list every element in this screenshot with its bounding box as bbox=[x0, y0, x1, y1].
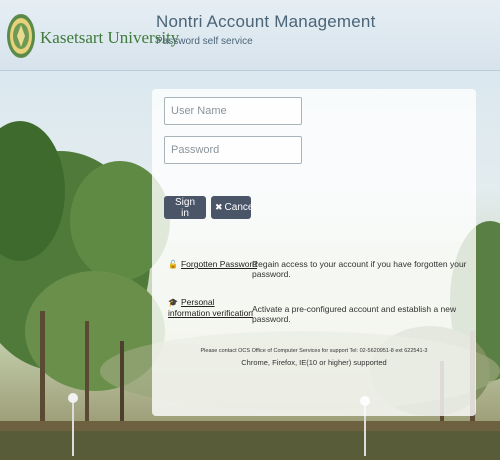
personal-verification-link[interactable]: Personal information verification bbox=[168, 297, 253, 318]
forgotten-password-description: Regain access to your account if you hav… bbox=[252, 259, 467, 279]
graduation-cap-icon: 🎓 bbox=[168, 298, 178, 307]
personal-verification-description: Activate a pre-configured account and es… bbox=[252, 304, 457, 324]
unlock-icon: 🔓 bbox=[168, 260, 178, 269]
signin-button[interactable]: Sign in bbox=[164, 196, 206, 219]
close-icon: ✖ bbox=[215, 202, 223, 212]
forgotten-password-link[interactable]: Forgotten Password bbox=[181, 259, 257, 269]
option-forgotten-password: 🔓 Forgotten Password bbox=[168, 259, 257, 269]
kasetsart-seal-icon bbox=[7, 14, 35, 58]
support-contact: Please contact OCS Office of Computer Se… bbox=[200, 348, 428, 354]
cancel-label: Cancel bbox=[224, 202, 256, 213]
page-header: Kasetsart University Nontri Account Mana… bbox=[0, 0, 500, 71]
app-subtitle: Password self service bbox=[156, 36, 253, 47]
option-personal-verification: 🎓 Personal information verification bbox=[168, 297, 253, 319]
password-input[interactable] bbox=[164, 136, 302, 164]
app-title: Nontri Account Management bbox=[156, 12, 376, 31]
cancel-button[interactable]: ✖ Cancel bbox=[211, 196, 256, 219]
username-input[interactable] bbox=[164, 97, 302, 125]
login-panel: Sign in ✖Cancel 🔓Forgotten Password Rega… bbox=[152, 89, 476, 416]
personal-verification-line2: information verification bbox=[168, 308, 254, 318]
personal-verification-line1: Personal bbox=[180, 297, 215, 307]
browser-support-note: Chrome, Firefox, IE(10 or higher) suppor… bbox=[241, 358, 387, 367]
